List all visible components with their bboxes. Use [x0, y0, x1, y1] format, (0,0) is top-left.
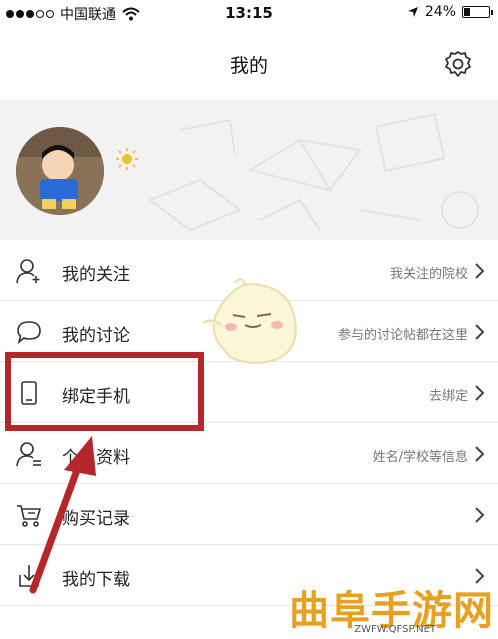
- watermark-url: ZWFW.QFSP.NET: [354, 624, 436, 635]
- watermark: 曲阜手游网 ZWFW.QFSP.NET: [289, 578, 494, 636]
- annotation-arrow: [29, 436, 96, 594]
